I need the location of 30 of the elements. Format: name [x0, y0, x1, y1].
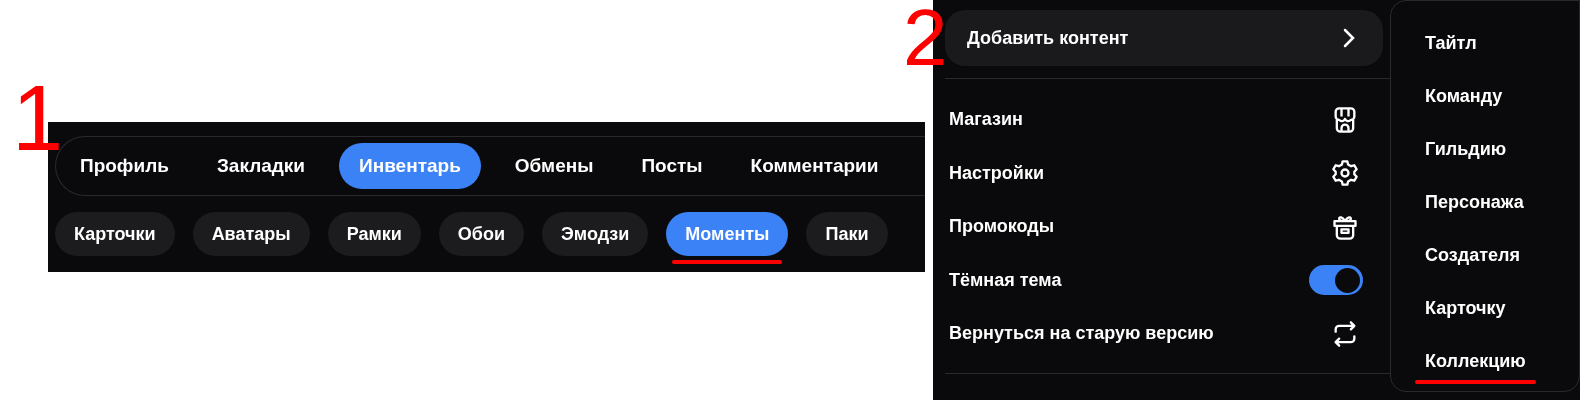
settings-icon	[1331, 159, 1359, 188]
profile-tab[interactable]: Обмены	[500, 143, 608, 189]
category-chip[interactable]: Эмодзи	[542, 212, 649, 256]
category-chip[interactable]: Обои	[438, 212, 524, 256]
category-chip[interactable]: Карточки	[55, 212, 175, 256]
profile-tab[interactable]: Посты	[627, 143, 717, 189]
submenu-item[interactable]: Тайтл	[1425, 31, 1477, 56]
menu-item[interactable]: Вернуться на старую версию	[949, 320, 1214, 348]
chevron-right-icon	[1343, 28, 1355, 48]
submenu-item[interactable]: Гильдию	[1425, 137, 1507, 162]
annotation-number: 1	[12, 72, 64, 164]
toggle-switch[interactable]	[1309, 265, 1363, 296]
add-content-item[interactable]: Добавить контент	[945, 10, 1383, 66]
submenu-item[interactable]: Карточку	[1425, 296, 1506, 321]
profile-tab[interactable]: Закладки	[202, 143, 320, 189]
menu-item[interactable]: Тёмная тема	[949, 266, 1062, 294]
profile-tab[interactable]: Инвентарь	[339, 143, 481, 189]
submenu-item[interactable]: Персонажа	[1425, 190, 1524, 215]
category-chip[interactable]: Аватары	[192, 212, 310, 256]
menu-item[interactable]: Настройки	[949, 159, 1044, 187]
menu-label: Добавить контент	[967, 26, 1129, 50]
submenu-item[interactable]: Коллекцию	[1425, 349, 1526, 374]
profile-tab[interactable]: Комментарии	[736, 143, 893, 189]
category-chip[interactable]: Паки	[806, 212, 888, 256]
menu-item[interactable]: Промокоды	[949, 213, 1055, 241]
submenu-item[interactable]: Команду	[1425, 84, 1503, 109]
submenu-item[interactable]: Создателя	[1425, 243, 1520, 268]
category-chip[interactable]: Рамки	[327, 212, 421, 256]
menu-item[interactable]: Магазин	[949, 106, 1023, 134]
profile-tab[interactable]: Профиль	[66, 143, 183, 189]
